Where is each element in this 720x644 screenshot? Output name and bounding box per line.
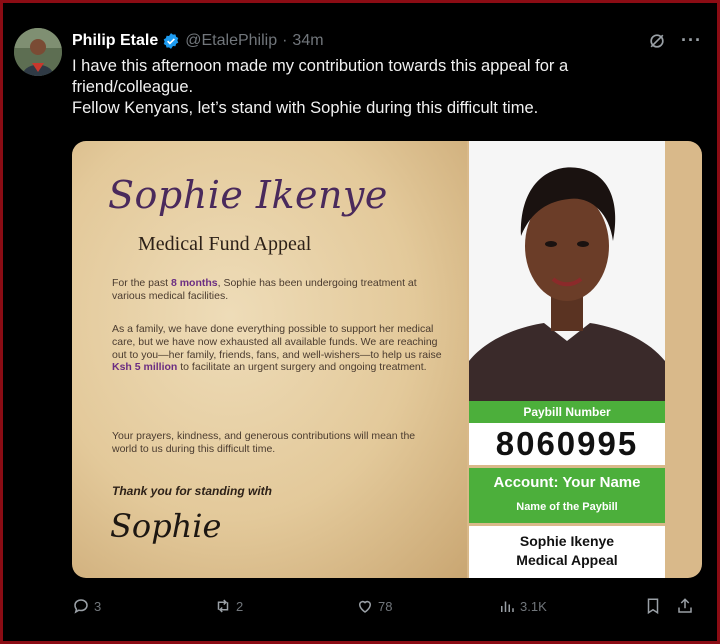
tweet-line: I have this afternoon made my contributi… xyxy=(72,57,569,75)
tweet-text: I have this afternoon made my contributi… xyxy=(72,56,702,119)
verified-badge-icon xyxy=(163,33,179,49)
bookmark-icon xyxy=(647,598,659,615)
avatar[interactable] xyxy=(14,28,62,76)
retweet-button[interactable]: 2 xyxy=(214,597,243,615)
paybill-name-line: Medical Appeal xyxy=(516,552,618,568)
poster-text-panel: Sophie Ikenye Medical Fund Appeal For th… xyxy=(72,141,467,578)
tweet-header: Philip Etale @EtalePhilip · 34m xyxy=(72,30,324,52)
header-actions: ··· xyxy=(647,30,702,51)
tweet-media-image[interactable]: Sophie Ikenye Medical Fund Appeal For th… xyxy=(72,141,702,578)
poster-paragraph-1: For the past 8 months, Sophie has been u… xyxy=(112,277,417,302)
like-count: 78 xyxy=(378,598,393,614)
poster-subtitle: Medical Fund Appeal xyxy=(138,233,312,255)
poster-thanks: Thank you for standing with xyxy=(112,484,272,498)
retweet-count: 2 xyxy=(236,598,244,614)
poster-signature: Sophie xyxy=(110,507,222,545)
portrait-photo xyxy=(469,141,665,401)
tweet-line: Fellow Kenyans, let’s stand with Sophie … xyxy=(72,99,539,117)
bookmark-button[interactable] xyxy=(644,597,662,615)
like-button[interactable]: 78 xyxy=(356,597,392,615)
grok-icon[interactable] xyxy=(647,31,667,51)
paybill-label: Paybill Number xyxy=(469,401,665,423)
author-name[interactable]: Philip Etale xyxy=(72,32,158,50)
views-icon xyxy=(501,601,514,612)
paybill-name: Sophie Ikenye Medical Appeal xyxy=(469,526,665,578)
views-count: 3.1K xyxy=(520,598,547,614)
paybill-name-label: Name of the Paybill xyxy=(516,501,618,513)
share-button[interactable] xyxy=(676,597,694,615)
tweet-time[interactable]: 34m xyxy=(292,32,323,50)
meta-separator: · xyxy=(282,32,288,49)
poster-paragraph-2: As a family, we have done everything pos… xyxy=(112,323,442,374)
like-icon xyxy=(358,600,372,613)
paybill-name-line: Sophie Ikenye xyxy=(519,533,615,549)
author-handle[interactable]: @EtalePhilip xyxy=(185,32,277,50)
tweet-action-bar: 3 2 78 3.1K xyxy=(72,592,702,620)
tweet-line: friend/colleague. xyxy=(72,78,194,96)
account-panel: Account: Your Name Name of the Paybill xyxy=(469,468,665,523)
more-icon[interactable]: ··· xyxy=(681,30,702,51)
views-button[interactable]: 3.1K xyxy=(498,597,547,615)
poster-title: Sophie Ikenye xyxy=(108,173,388,217)
reply-count: 3 xyxy=(94,598,102,614)
paybill-number: 8060995 xyxy=(469,423,665,465)
retweet-icon xyxy=(217,599,229,613)
account-label: Account: Your Name xyxy=(493,474,641,491)
reply-button[interactable]: 3 xyxy=(72,597,101,615)
reply-icon xyxy=(74,599,88,614)
share-icon xyxy=(678,598,692,613)
poster-paragraph-3: Your prayers, kindness, and generous con… xyxy=(112,430,416,455)
